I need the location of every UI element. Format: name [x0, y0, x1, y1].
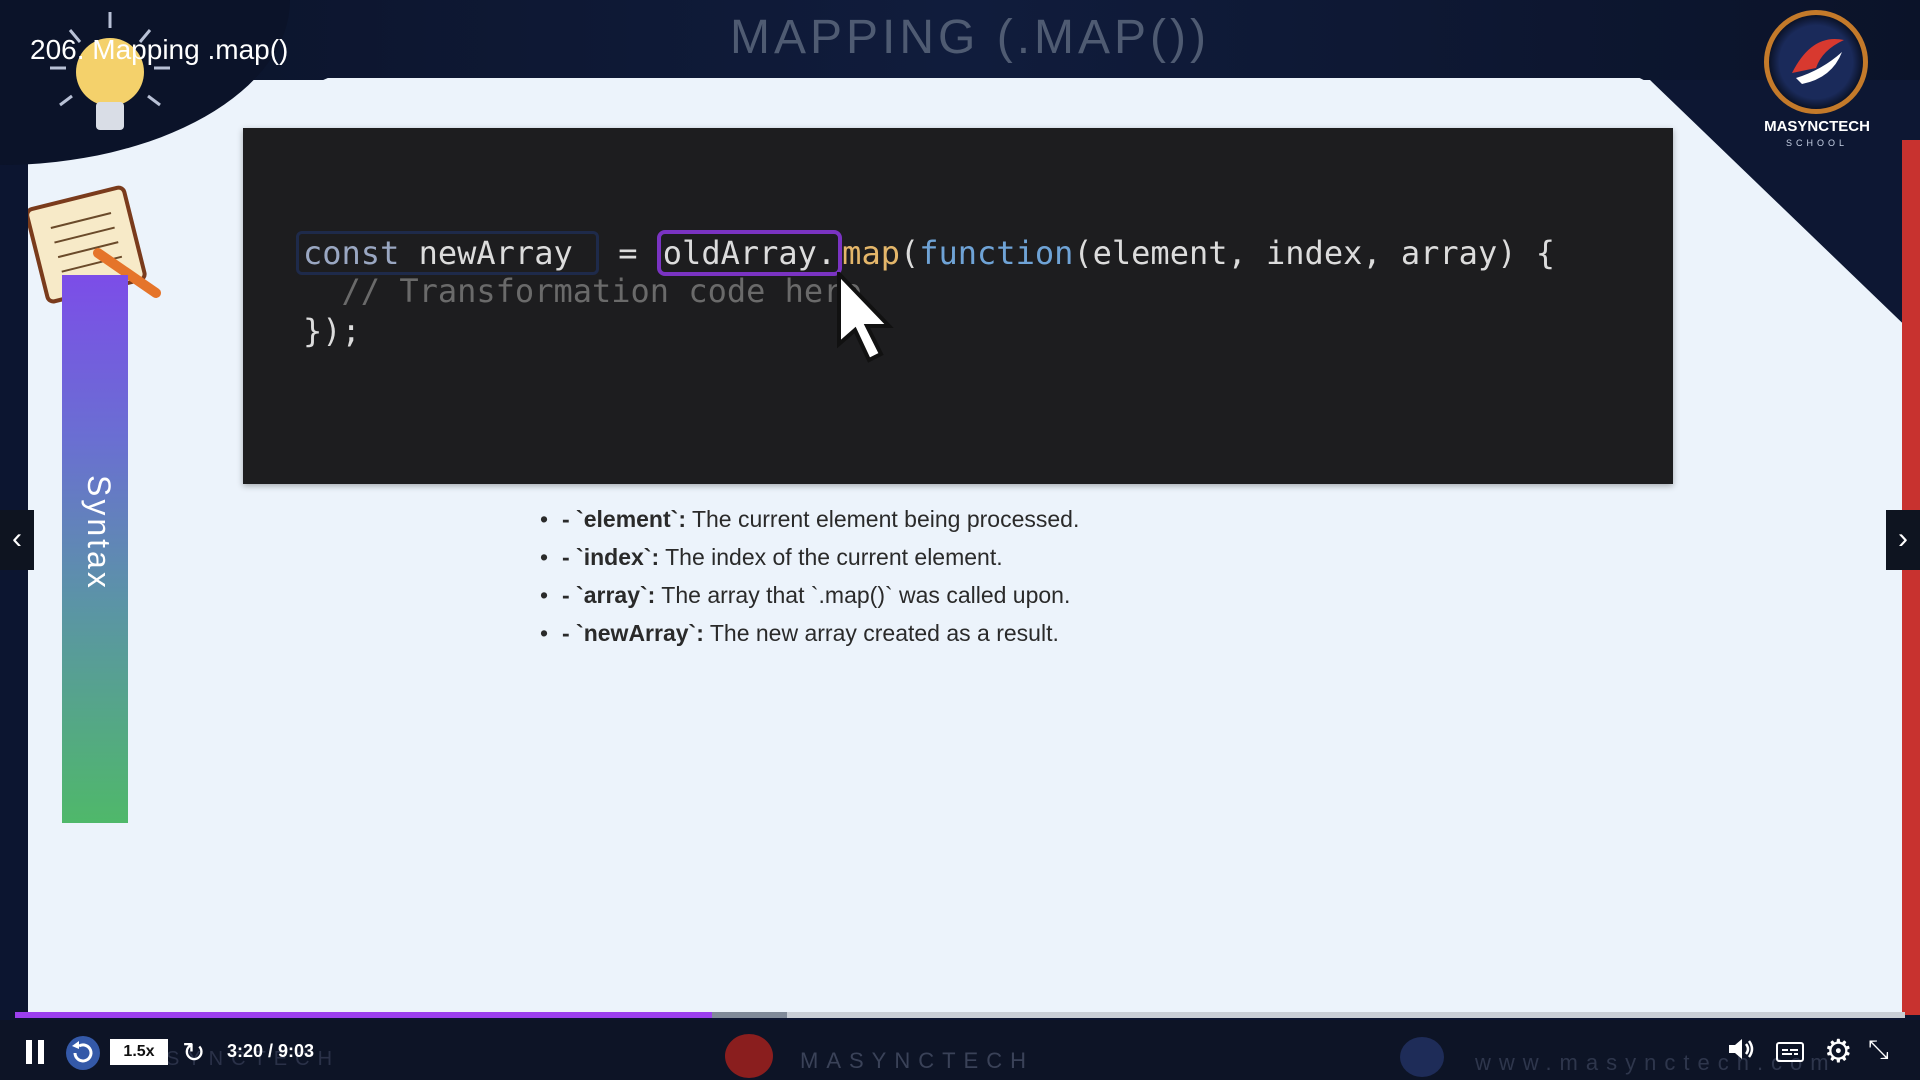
chevron-right-icon: ›: [1898, 522, 1908, 555]
code-highlight-object: oldArray.: [656, 230, 843, 276]
bullet-desc: The array that `.map()` was called upon.: [655, 582, 1071, 608]
code-block: const newArray = oldArray. map(function(e…: [243, 128, 1673, 484]
syntax-side-label: Syntax: [81, 475, 117, 591]
school-logo: MASYNCTECH SCHOOL: [1762, 10, 1872, 150]
code-paren: (: [899, 234, 920, 272]
bullet-desc: The new array created as a result.: [703, 620, 1059, 646]
volume-button[interactable]: [1726, 1034, 1756, 1064]
captions-button[interactable]: [1776, 1042, 1804, 1062]
time-display: 3:20 / 9:03: [227, 1041, 315, 1061]
youtube-badge-icon: [725, 1034, 773, 1078]
video-frame: 206. Mapping .map() MAPPING (.MAP()) MAS…: [0, 0, 1920, 1080]
code-method-name: map: [842, 234, 900, 272]
previous-button[interactable]: ‹: [0, 510, 34, 570]
parameter-list: • - `element`: The current element being …: [540, 500, 1079, 652]
progress-played: [15, 1012, 713, 1018]
bullet-dot: •: [540, 544, 549, 570]
bullet-term: element: [583, 506, 671, 532]
playback-speed-button[interactable]: 1.5x: [110, 1039, 168, 1065]
progress-bar[interactable]: [15, 1012, 1905, 1018]
list-item: • - `element`: The current element being …: [540, 500, 1079, 538]
globe-icon: [1400, 1037, 1444, 1077]
list-item: • - `index`: The index of the current ele…: [540, 538, 1079, 576]
logo-text: MASYNCTECH: [1764, 118, 1870, 135]
mouse-cursor-icon: [837, 272, 894, 363]
code-variable-name: newArray: [399, 234, 592, 272]
code-line-1: const newArray = oldArray. map(function(e…: [296, 230, 1555, 276]
watermark-center: MASYNCTECH: [800, 1048, 1035, 1073]
code-keyword-function: function: [919, 234, 1074, 272]
bullet-suffix: `:: [670, 506, 686, 532]
list-item: • - `array`: The array that `.map()` was …: [540, 576, 1079, 614]
forward-button[interactable]: ↻: [182, 1036, 205, 1069]
code-params: (element, index, array) {: [1073, 234, 1555, 272]
bullet-prefix: - `: [562, 544, 584, 570]
gear-icon: ⚙: [1824, 1033, 1853, 1069]
bullet-dot: •: [540, 506, 549, 532]
code-line-2: // Transformation code here: [303, 272, 862, 310]
bullet-suffix: `:: [688, 620, 704, 646]
exit-fullscreen-icon: ⤡: [1868, 1034, 1889, 1064]
forward-icon: ↻: [182, 1037, 206, 1068]
captions-icon: [1782, 1049, 1798, 1055]
code-object-name: oldArray.: [662, 234, 837, 272]
code-line-3: });: [303, 312, 361, 350]
bullet-dot: •: [540, 582, 549, 608]
bullet-prefix: - `: [562, 506, 584, 532]
right-accent-bar: [1902, 140, 1920, 1015]
bullet-suffix: `:: [640, 582, 656, 608]
next-button[interactable]: ›: [1886, 510, 1920, 570]
bullet-suffix: `:: [643, 544, 660, 570]
code-highlight-declaration: const newArray: [296, 231, 599, 275]
bullet-dot: •: [540, 620, 549, 646]
bullet-prefix: - `: [562, 620, 584, 646]
pause-button[interactable]: [26, 1040, 46, 1064]
logo-emblem-icon: [1792, 38, 1844, 84]
volume-icon: [1729, 1039, 1754, 1059]
slide-heading: MAPPING (.MAP()): [730, 11, 1210, 64]
code-operator: =: [598, 234, 657, 272]
bullet-prefix: - `: [562, 582, 584, 608]
bullet-term: array: [583, 582, 640, 608]
list-item: • - `newArray`: The new array created as …: [540, 614, 1079, 652]
exit-fullscreen-button[interactable]: ⤡: [1868, 1034, 1889, 1066]
bullet-desc: The index of the current element.: [659, 544, 1003, 570]
code-keyword-const: const: [303, 234, 400, 272]
chevron-left-icon: ‹: [12, 522, 22, 555]
rewind-icon: [72, 1041, 93, 1063]
bullet-term: index: [583, 544, 644, 570]
player-controls: MASYNCTECH MASYNCTECH www.masynctech.com…: [0, 1020, 1920, 1080]
settings-button[interactable]: ⚙: [1824, 1032, 1853, 1070]
bullet-desc: The current element being processed.: [685, 506, 1080, 532]
pause-icon: [26, 1040, 32, 1064]
rewind-button[interactable]: [66, 1036, 100, 1070]
logo-subtext: SCHOOL: [1785, 138, 1848, 148]
bullet-term: newArray: [583, 620, 689, 646]
